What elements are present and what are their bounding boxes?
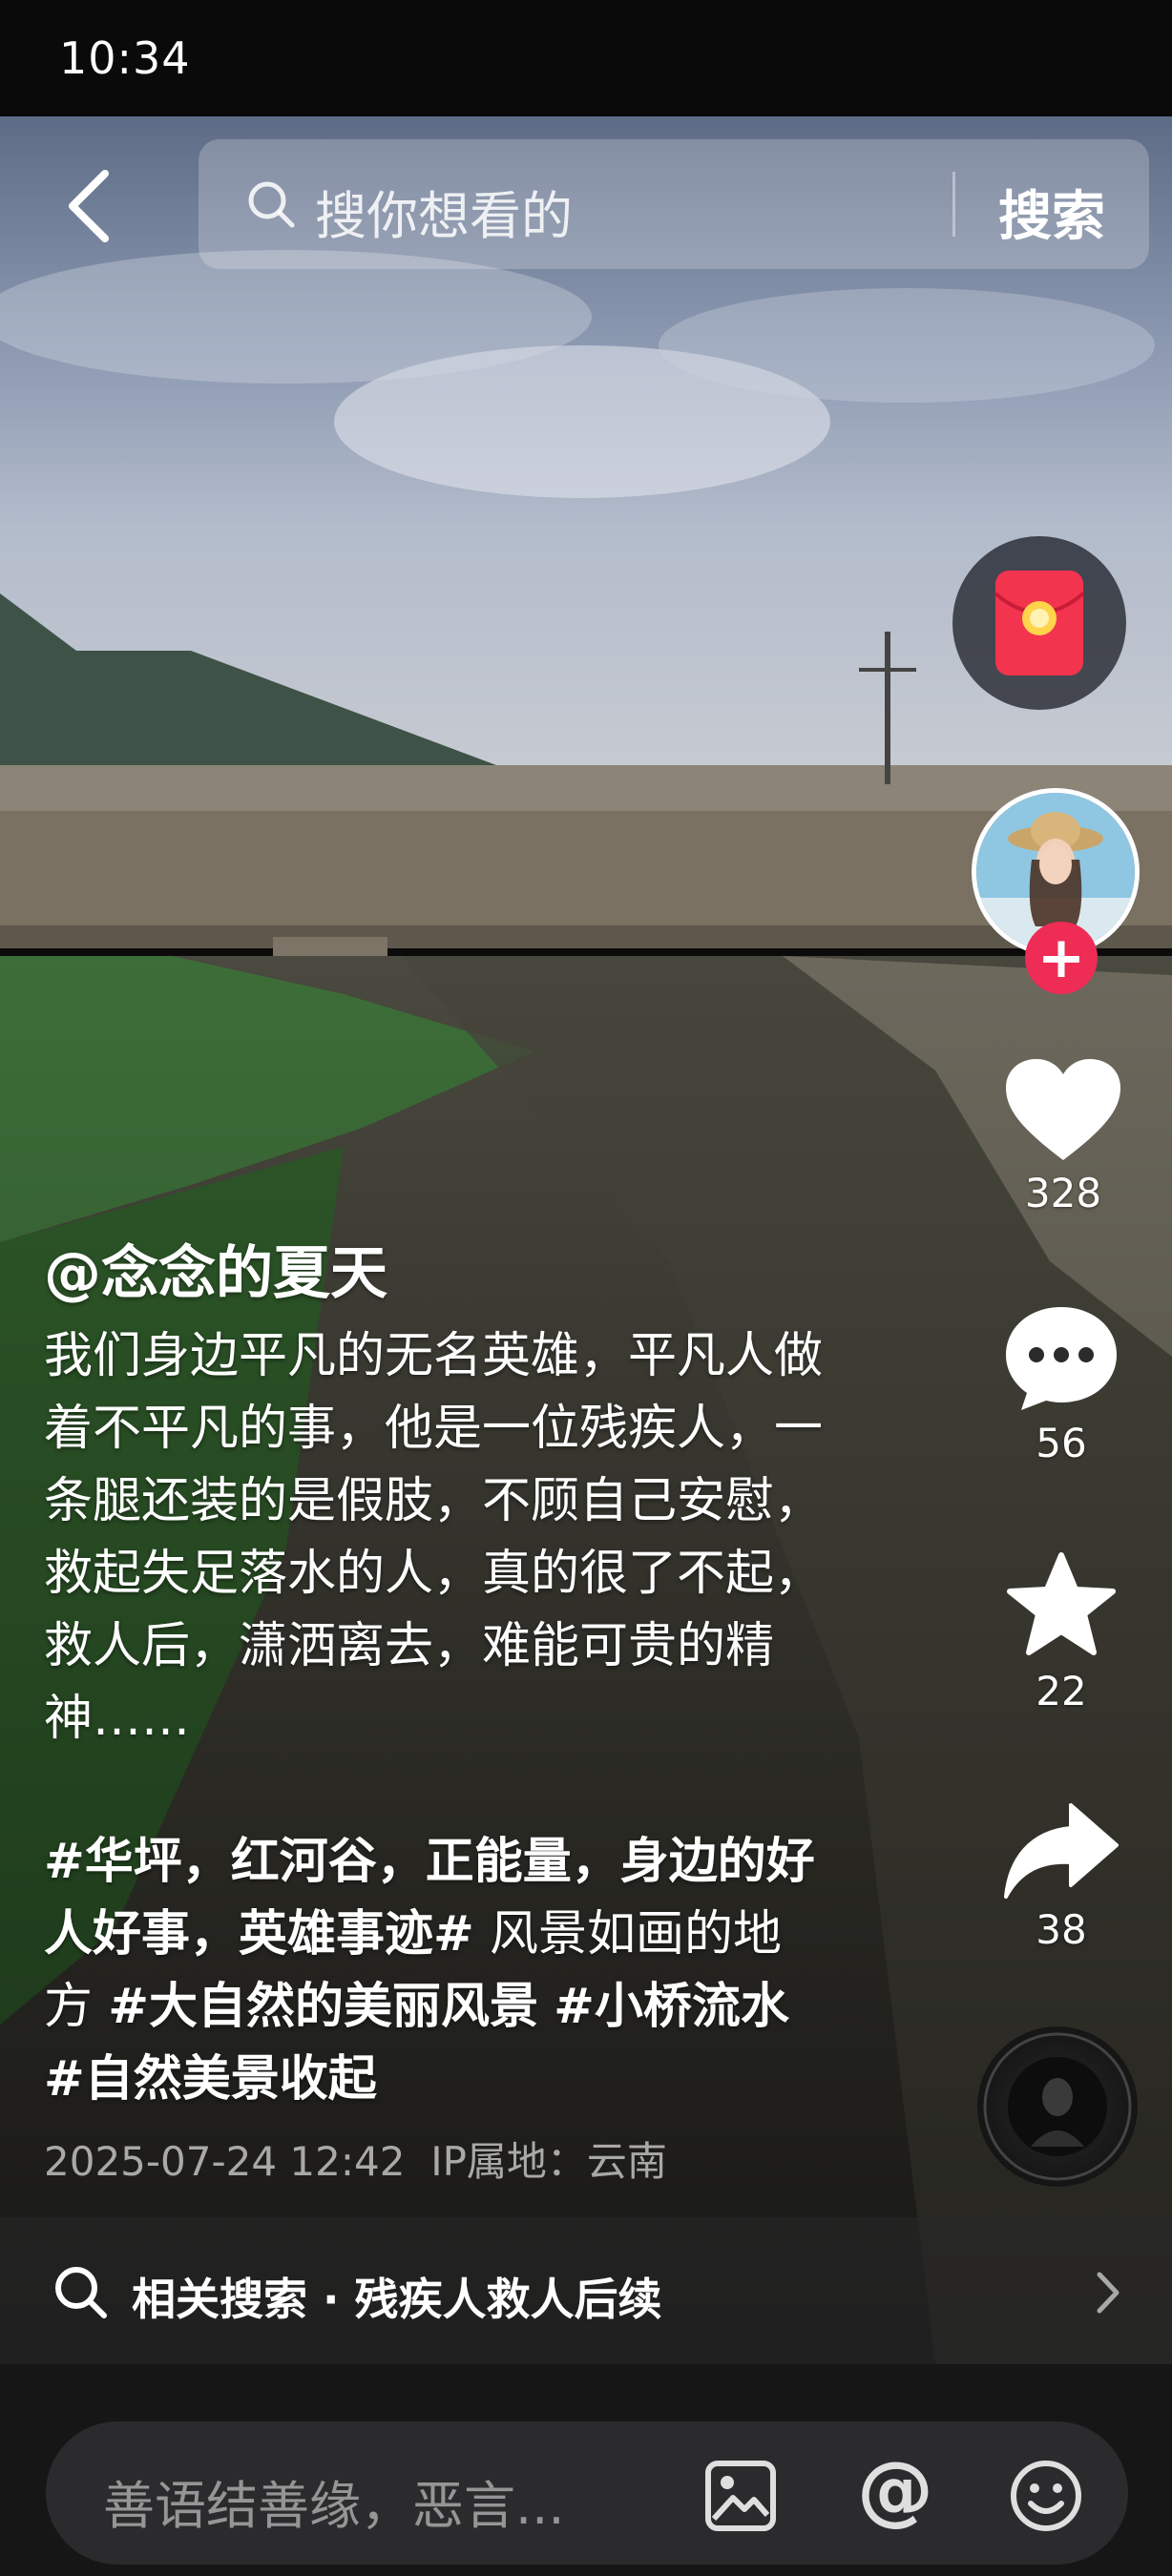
- hashtag-link[interactable]: #大自然的美丽风景: [108, 1979, 538, 2035]
- related-search-text: 相关搜索 · 残疾人救人后续: [132, 2274, 662, 2325]
- comment-bar: 善语结善缘，恶言... @: [0, 2364, 1172, 2576]
- search-input[interactable]: 搜你想看的: [315, 174, 573, 249]
- comment-input[interactable]: 善语结善缘，恶言... @: [46, 2421, 1128, 2565]
- music-disc-button[interactable]: [977, 2026, 1138, 2187]
- status-time: 10:34: [59, 32, 191, 84]
- post-meta: 2025-07-24 12:42 IP属地：云南: [44, 2129, 667, 2188]
- post-caption: 我们身边平凡的无名英雄，平凡人做着不平凡的事，他是一位残疾人，一条腿还装的是假肢…: [44, 1328, 824, 1747]
- author-name[interactable]: @念念的夏天: [44, 1227, 387, 1310]
- follow-button[interactable]: +: [1025, 922, 1098, 994]
- like-count: 328: [1024, 1170, 1102, 1216]
- related-search-bar[interactable]: 相关搜索 · 残疾人救人后续: [0, 2217, 1172, 2364]
- search-button[interactable]: 搜索: [998, 174, 1105, 251]
- favorite-button[interactable]: 22: [985, 1551, 1138, 1714]
- red-packet-button[interactable]: [952, 536, 1126, 710]
- comment-count: 56: [1036, 1420, 1087, 1466]
- collapse-link[interactable]: #自然美景收起: [44, 2051, 377, 2108]
- red-packet-icon: [994, 571, 1085, 675]
- image-icon[interactable]: [704, 2460, 777, 2532]
- heart-icon: [1006, 1059, 1120, 1160]
- music-disc-icon: [983, 2032, 1132, 2181]
- post-hashtags: #华坪，红河谷，正能量，身边的好人好事，英雄事迹# 风景如画的地方 #大自然的美…: [44, 1826, 827, 2116]
- status-bar: 10:34: [0, 0, 1172, 116]
- at-icon[interactable]: @: [857, 2452, 933, 2528]
- star-icon: [1007, 1552, 1116, 1655]
- ip-location: IP属地：云南: [430, 2138, 667, 2185]
- caption-space: [538, 1979, 554, 2035]
- comment-placeholder[interactable]: 善语结善缘，恶言...: [103, 2463, 565, 2539]
- back-icon: [69, 170, 109, 242]
- comment-button[interactable]: 56: [985, 1303, 1138, 1466]
- back-button[interactable]: [63, 168, 120, 244]
- share-icon: [1004, 1803, 1119, 1899]
- like-button[interactable]: 328: [987, 1057, 1140, 1216]
- share-button[interactable]: 38: [985, 1801, 1138, 1953]
- emoji-icon[interactable]: [1008, 2458, 1084, 2534]
- search-icon: [248, 181, 295, 228]
- chevron-right-icon: [1097, 2272, 1120, 2314]
- search-icon: [55, 2267, 107, 2318]
- author-avatar-group[interactable]: +: [972, 788, 1145, 994]
- hashtag-link[interactable]: #小桥流水: [554, 1979, 789, 2035]
- favorite-count: 22: [1036, 1668, 1087, 1714]
- post-datetime: 2025-07-24 12:42: [44, 2138, 406, 2185]
- comment-icon: [1006, 1307, 1117, 1410]
- search-divider: [952, 172, 955, 237]
- share-count: 38: [1036, 1906, 1087, 1953]
- search-bar[interactable]: 搜你想看的 搜索: [199, 139, 1149, 269]
